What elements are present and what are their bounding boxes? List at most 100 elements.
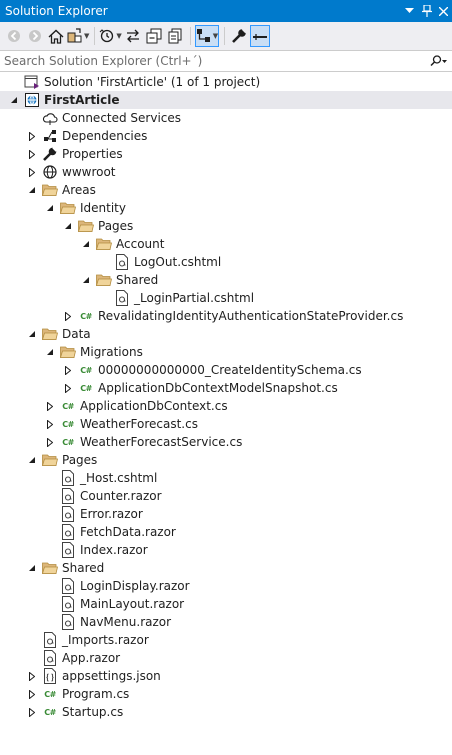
tree-item[interactable]: Account [0,235,452,253]
tree-item[interactable]: C# 00000000000000_CreateIdentitySchema.cs [0,361,452,379]
collapsed-arrow-icon[interactable] [45,397,54,415]
tree-item[interactable]: C# WeatherForecast.cs [0,415,452,433]
chevron-down-icon[interactable]: ▼ [116,32,121,40]
toolbar: ▼ ▼ ▼ [0,22,452,50]
collapsed-arrow-icon[interactable] [63,361,72,379]
back-button[interactable] [4,25,24,47]
search-icon[interactable] [424,55,452,67]
collapsed-arrow-icon[interactable] [27,703,36,721]
tree-item-label: _LoginPartial.cshtml [134,291,255,305]
collapsed-arrow-icon[interactable] [63,307,72,325]
collapsed-arrow-icon[interactable] [27,127,36,145]
tree-item-label: Error.razor [80,507,143,521]
toolbar-separator [224,27,226,45]
tree-item-label: 00000000000000_CreateIdentitySchema.cs [98,363,362,377]
cloud-icon [42,110,58,126]
globe-icon [42,164,58,180]
pending-changes-filter-button[interactable]: ▼ [99,25,122,47]
expanded-arrow-icon[interactable] [27,181,36,199]
expander-placeholder [45,577,54,595]
tree-item[interactable]: Dependencies [0,127,452,145]
tree-item[interactable]: C# WeatherForecastService.cs [0,433,452,451]
tree-item[interactable]: C# ApplicationDbContext.cs [0,397,452,415]
tree-item[interactable]: _Host.cshtml [0,469,452,487]
tree-item[interactable]: C# RevalidatingIdentityAuthenticationStat… [0,307,452,325]
expander-placeholder [45,541,54,559]
preview-selected-items-button[interactable] [250,25,271,47]
chevron-down-icon[interactable]: ▼ [84,32,89,40]
tree-item[interactable]: Pages [0,451,452,469]
collapse-all-button[interactable] [144,25,164,47]
tree-item[interactable]: appsettings.json [0,667,452,685]
home-button[interactable] [46,25,66,47]
window-menu-dropdown-icon[interactable] [401,0,418,22]
folder-open-icon [78,218,94,234]
tree-item[interactable]: Data [0,325,452,343]
collapsed-arrow-icon[interactable] [45,433,54,451]
expanded-arrow-icon[interactable] [27,451,36,469]
expanded-arrow-icon[interactable] [45,343,54,361]
tree-item-label: FirstArticle [44,93,120,107]
tree-item[interactable]: NavMenu.razor [0,613,452,631]
expander-placeholder [99,253,108,271]
switch-views-button[interactable]: ▼ [67,25,89,47]
razor-file-icon [60,614,76,630]
collapsed-arrow-icon[interactable] [27,163,36,181]
tree-item[interactable]: Shared [0,271,452,289]
expanded-arrow-icon[interactable] [45,199,54,217]
tree-item[interactable]: Pages [0,217,452,235]
collapsed-arrow-icon[interactable] [45,415,54,433]
chevron-down-icon[interactable]: ▼ [213,32,218,40]
tree-item[interactable]: Identity [0,199,452,217]
tree-item-label: Index.razor [80,543,148,557]
forward-button[interactable] [25,25,45,47]
search-input[interactable] [0,51,424,71]
collapsed-arrow-icon[interactable] [27,685,36,703]
tree-item-label: MainLayout.razor [80,597,185,611]
tree-item[interactable]: MainLayout.razor [0,595,452,613]
razor-file-icon [42,632,58,648]
tree-item-label: FetchData.razor [80,525,176,539]
close-icon[interactable] [435,0,452,22]
folder-open-icon [42,182,58,198]
properties-button[interactable] [229,25,249,47]
expanded-arrow-icon[interactable] [81,271,90,289]
expanded-arrow-icon[interactable] [27,559,36,577]
tree-item[interactable]: LogOut.cshtml [0,253,452,271]
tree-item[interactable]: App.razor [0,649,452,667]
expanded-arrow-icon[interactable] [81,235,90,253]
tree-item[interactable]: wwwroot [0,163,452,181]
tree-item[interactable]: FetchData.razor [0,523,452,541]
tree-item[interactable]: FirstArticle [0,91,452,109]
tree-item-label: Account [116,237,165,251]
expanded-arrow-icon[interactable] [63,217,72,235]
expanded-arrow-icon[interactable] [9,91,18,109]
tree-item[interactable]: Index.razor [0,541,452,559]
tree-item[interactable]: Counter.razor [0,487,452,505]
collapsed-arrow-icon[interactable] [27,145,36,163]
pin-icon[interactable] [418,0,435,22]
tree-item[interactable]: C# Program.cs [0,685,452,703]
expanded-arrow-icon[interactable] [27,325,36,343]
tree-item[interactable]: C# Startup.cs [0,703,452,721]
tree-item[interactable]: _Imports.razor [0,631,452,649]
tree-item-label: wwwroot [62,165,116,179]
tree-item[interactable]: Areas [0,181,452,199]
tree-item-label: WeatherForecastService.cs [80,435,243,449]
tree-item[interactable]: Solution 'FirstArticle' (1 of 1 project) [0,73,452,91]
collapsed-arrow-icon[interactable] [27,667,36,685]
tree-item[interactable]: Shared [0,559,452,577]
tree-item[interactable]: Properties [0,145,452,163]
razor-file-icon [60,488,76,504]
tree-item[interactable]: Migrations [0,343,452,361]
tree-item[interactable]: Error.razor [0,505,452,523]
tree-item[interactable]: C# ApplicationDbContextModelSnapshot.cs [0,379,452,397]
tree-item[interactable]: Connected Services [0,109,452,127]
tree-item[interactable]: _LoginPartial.cshtml [0,289,452,307]
show-all-files-button[interactable] [165,25,185,47]
track-active-item-button[interactable]: ▼ [194,25,220,47]
sync-with-active-document-button[interactable] [123,25,143,47]
tree-item[interactable]: LoginDisplay.razor [0,577,452,595]
razor-file-icon [114,254,130,270]
collapsed-arrow-icon[interactable] [63,379,72,397]
